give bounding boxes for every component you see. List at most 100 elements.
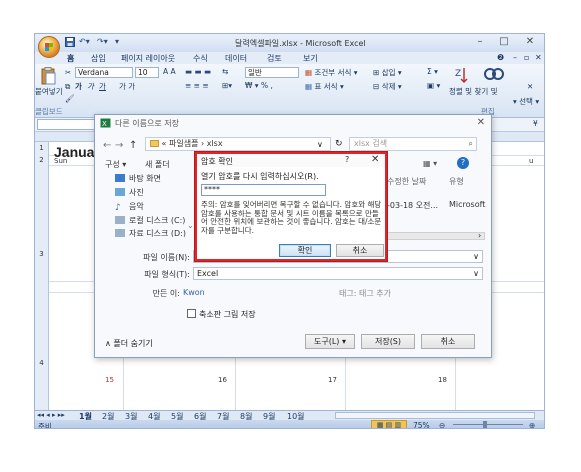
select-label[interactable]: ▾ 선택 ▾	[513, 96, 539, 107]
zoom-slider-thumb[interactable]	[483, 421, 487, 428]
tab-formulas[interactable]: 수식	[193, 53, 208, 64]
nav-pictures[interactable]: 사진	[115, 187, 144, 199]
cancel-button[interactable]: 취소	[421, 334, 475, 349]
ribbon-scroll-icon[interactable]: ✕	[527, 82, 533, 91]
number-format-select[interactable]: 일반	[245, 67, 299, 78]
password-input[interactable]: ****	[201, 184, 326, 196]
paste-label[interactable]: 붙여넣기	[35, 86, 63, 97]
refresh-icon[interactable]: ↻	[335, 139, 343, 149]
wrap-text-icon[interactable]: ⇆	[222, 67, 228, 76]
up-arrow-icon[interactable]: ↑	[129, 140, 137, 151]
zoom-in-icon[interactable]: ⊕	[529, 421, 535, 428]
table-format-button[interactable]: ▦ 표 서식 ▾	[305, 81, 344, 92]
underline-icon[interactable]: 가	[99, 81, 106, 92]
close-icon[interactable]: ✕	[477, 117, 485, 128]
sort-find-label[interactable]: 정렬 및 찾기 및	[449, 86, 498, 97]
horizontal-scrollbar[interactable]	[387, 232, 485, 240]
zoom-level[interactable]: 75%	[413, 421, 430, 428]
author-value[interactable]: Kwon	[183, 288, 205, 297]
thumbnail-checkbox[interactable]	[187, 309, 196, 318]
help-icon[interactable]: ❷	[497, 53, 504, 62]
hide-folders-toggle[interactable]: ∧ 폴더 숨기기	[105, 338, 153, 349]
ribbon-restore-icon[interactable]: ▫	[524, 53, 529, 62]
save-icon[interactable]	[65, 37, 75, 49]
row-number[interactable]: 4	[35, 281, 49, 410]
ribbon-close-icon[interactable]: ✕	[535, 53, 542, 62]
new-folder-button[interactable]: 새 폴더	[145, 159, 170, 170]
undo-icon[interactable]: ↶▾	[79, 37, 90, 49]
bold-icon[interactable]: 가	[75, 81, 82, 92]
sheet-nav-icon[interactable]: ◂◂ ◂ ▸ ▸▸	[37, 411, 65, 419]
delete-cells-button[interactable]: ⊟ 삭제 ▾	[373, 81, 402, 92]
close-icon[interactable]: ✕	[521, 35, 539, 49]
font-grow-icon[interactable]: A A	[163, 67, 176, 76]
row-number[interactable]: 3	[35, 165, 49, 281]
tags-field[interactable]: 태그: 태그 추가	[339, 288, 391, 299]
search-icon: ⌕	[468, 139, 473, 148]
paste-icon[interactable]	[41, 67, 57, 85]
chevron-down-icon[interactable]: ⌄	[187, 221, 194, 230]
view-options-icon[interactable]: ▦ ▾	[423, 159, 437, 168]
help-icon[interactable]: ?	[457, 157, 469, 169]
tab-view[interactable]: 보기	[303, 53, 318, 64]
conditional-format-button[interactable]: ▦ 조건부 서식 ▾	[305, 67, 358, 78]
format-painter-icon[interactable]: 🖌	[65, 94, 75, 103]
cancel-button[interactable]: 취소	[336, 244, 384, 257]
nav-label: 바탕 화면	[129, 174, 161, 183]
tab-home[interactable]: 홈	[67, 53, 74, 64]
find-select-icon[interactable]	[483, 66, 505, 84]
filetype-select[interactable]: Excel ∨	[193, 267, 483, 280]
autosum-icon[interactable]: Σ ▾	[427, 67, 438, 76]
insert-cells-button[interactable]: ⊞ 삽입 ▾	[373, 67, 402, 78]
help-icon[interactable]: ?	[345, 155, 349, 164]
ok-button[interactable]: 확인	[279, 244, 331, 257]
organize-button[interactable]: 구성 ▾	[105, 159, 126, 170]
tab-review[interactable]: 검토	[267, 53, 282, 64]
column-modified[interactable]: 수정한 날짜	[387, 176, 426, 187]
align-left-icon[interactable]: ≡ ≡ ≡	[185, 81, 209, 90]
office-button[interactable]	[38, 36, 60, 58]
search-input[interactable]: xlsx 검색 ⌕	[349, 137, 477, 151]
title-bar: ↶▾ ↷▾ ▾ 달력엑셀파일.xlsx - Microsoft Excel – …	[35, 34, 544, 52]
italic-icon[interactable]: 가	[87, 81, 94, 92]
ribbon-minimize-icon[interactable]: –	[513, 53, 517, 62]
tab-insert[interactable]: 삽입	[91, 53, 106, 64]
chevron-down-icon[interactable]: ∨	[317, 140, 323, 149]
horizontal-scrollbar[interactable]	[335, 412, 535, 419]
nav-local-disk-c[interactable]: 로컬 디스크 (C:)	[115, 215, 185, 227]
scroll-right-icon[interactable]: ›	[478, 231, 481, 240]
nav-data-disk-d[interactable]: 자료 디스크 (D:)	[115, 229, 186, 237]
align-top-icon[interactable]: ▬ ▬ ▬	[185, 67, 211, 76]
font-size-select[interactable]: 10	[135, 67, 159, 78]
save-button[interactable]: 저장(S)	[361, 334, 415, 349]
row-number[interactable]: 1	[35, 142, 49, 155]
sort-filter-icon[interactable]: Z	[455, 66, 471, 84]
nav-desktop[interactable]: 바탕 화면	[115, 173, 161, 185]
fill-icon[interactable]: ▣ ▾	[427, 81, 440, 90]
nav-music[interactable]: ♪ 음악	[115, 201, 144, 213]
font-name-select[interactable]: Verdana	[75, 67, 133, 78]
maximize-icon[interactable]: □	[495, 35, 513, 49]
close-icon[interactable]: ✕	[371, 154, 379, 165]
currency-icon[interactable]: ₩ ▾ % ,	[245, 81, 273, 90]
tab-data[interactable]: 데이터	[225, 53, 247, 64]
zoom-slider[interactable]	[453, 424, 523, 425]
address-bar[interactable]: « 파일샘플 › xlsx	[145, 137, 331, 151]
tab-page-layout[interactable]: 페이지 레이아웃	[121, 53, 175, 64]
customize-qat-icon[interactable]: ▾	[115, 37, 119, 49]
expand-formula-icon[interactable]: ¥	[533, 119, 538, 128]
filetype-label: 파일 형식(T):	[144, 270, 190, 279]
view-mode-icons[interactable]: ▦ ▤ ▥	[371, 420, 407, 428]
column-type[interactable]: 유형	[449, 176, 464, 187]
minimize-icon[interactable]: –	[471, 35, 489, 49]
forward-arrow-icon[interactable]: →	[115, 140, 123, 151]
row-number[interactable]: 2	[35, 155, 49, 165]
tools-button[interactable]: 도구(L) ▾	[305, 334, 355, 349]
cut-icon[interactable]: ✂	[65, 68, 71, 77]
merge-icon[interactable]: ⊞▾	[222, 81, 232, 90]
redo-icon[interactable]: ↷▾	[97, 37, 108, 49]
font-color-icon[interactable]: 가 가	[119, 81, 135, 92]
back-arrow-icon[interactable]: ←	[103, 140, 111, 151]
zoom-out-icon[interactable]: ⊖	[439, 421, 445, 428]
copy-icon[interactable]: ⧉	[65, 82, 70, 92]
